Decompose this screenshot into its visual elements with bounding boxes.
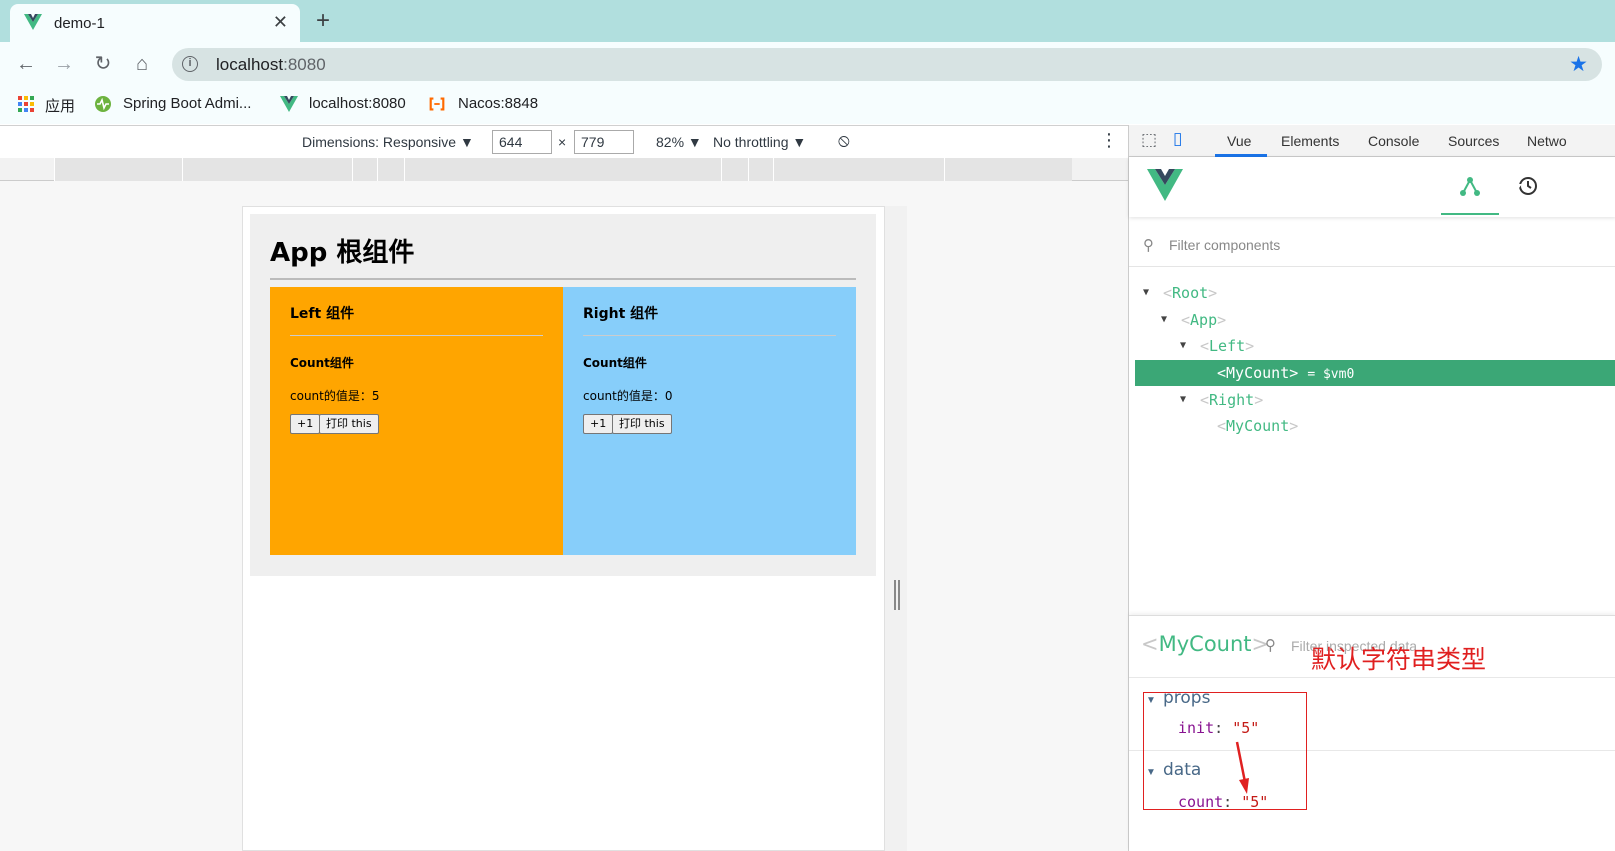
right-heading: Right 组件	[583, 306, 659, 322]
count-value-text: count的值是：5	[290, 389, 380, 403]
site-info-icon[interactable]: i	[182, 56, 198, 72]
browser-tab[interactable]: demo-1 ✕	[10, 4, 300, 42]
tab-elements[interactable]: Elements	[1281, 133, 1339, 149]
bookmarks-bar: 应用 Spring Boot Admi... localhost:8080 Na…	[0, 86, 1615, 124]
filter-components-input[interactable]: Filter components	[1169, 237, 1280, 253]
height-input[interactable]: 779	[574, 130, 634, 154]
tree-node-mycount-selected[interactable]: <MyCount> = $vm0	[1135, 360, 1615, 386]
divider	[270, 278, 856, 280]
bookmark-nacos[interactable]: Nacos:8848	[458, 95, 538, 112]
tree-node-mycount[interactable]: <MyCount>	[1217, 413, 1298, 439]
count-value-text: count的值是：0	[583, 389, 673, 403]
inspect-element-icon[interactable]: ⬚	[1141, 130, 1157, 150]
bookmark-star-icon[interactable]: ★	[1569, 52, 1588, 77]
tree-node-left[interactable]: ▼ <Left>	[1180, 333, 1254, 359]
history-icon[interactable]	[1516, 175, 1538, 197]
bookmark-spring-boot-admin[interactable]: Spring Boot Admi...	[123, 95, 251, 112]
divider	[1129, 677, 1615, 678]
more-options-icon[interactable]: ⋮	[1100, 130, 1118, 151]
tree-node-root[interactable]: ▼ <Root>	[1143, 280, 1217, 306]
annotation-box	[1143, 692, 1307, 810]
divider	[583, 335, 836, 336]
rotate-icon[interactable]: ⦸	[838, 130, 850, 151]
tab-console[interactable]: Console	[1368, 133, 1419, 149]
back-arrow-icon[interactable]: ←	[12, 50, 40, 78]
apps-grid-icon	[18, 96, 34, 112]
times-sign: ×	[558, 134, 567, 150]
reload-icon[interactable]: ↻	[89, 50, 117, 78]
close-tab-icon[interactable]: ✕	[273, 12, 288, 33]
tree-node-app[interactable]: ▼ <App>	[1161, 307, 1226, 333]
devtools-tab-bar: ⬚ ▯ Vue Elements Console Sources Netwo	[1129, 125, 1615, 157]
component-inspector: <MyCount> ⚲ Filter inspected data ▼ prop…	[1129, 615, 1615, 851]
forward-arrow-icon[interactable]: →	[50, 50, 78, 78]
throttling-dropdown[interactable]: No throttling ▼	[713, 134, 806, 150]
dimensions-dropdown[interactable]: Dimensions: Responsive ▼	[302, 134, 474, 150]
search-icon: ⚲	[1143, 237, 1154, 254]
tab-sources[interactable]: Sources	[1448, 133, 1499, 149]
annotation-arrow-icon	[1235, 741, 1249, 794]
device-toggle-icon[interactable]: ▯	[1173, 129, 1182, 149]
bookmark-apps[interactable]: 应用	[45, 95, 75, 116]
url-text: localhost:8080	[216, 55, 326, 74]
tree-node-right[interactable]: ▼ <Right>	[1180, 387, 1263, 413]
viewport-resize-area[interactable]	[885, 206, 907, 851]
vue-bookmark-icon	[280, 96, 298, 112]
home-icon[interactable]: ⌂	[128, 50, 156, 78]
tab-title: demo-1	[54, 15, 105, 32]
width-input[interactable]: 644	[492, 130, 552, 154]
right-component-panel: Right 组件 Count组件 count的值是：0 +1 打印 this	[563, 287, 856, 555]
count-heading: Count组件	[583, 356, 647, 370]
device-toolbar: Dimensions: Responsive ▼ 644 × 779 82% ▼…	[0, 125, 1128, 158]
print-this-button[interactable]: 打印 this	[612, 414, 672, 434]
zoom-dropdown[interactable]: 82% ▼	[656, 134, 702, 150]
spring-boot-admin-icon	[95, 96, 111, 112]
increment-button[interactable]: +1	[583, 414, 614, 434]
bookmark-localhost[interactable]: localhost:8080	[309, 95, 406, 112]
app-root-component: App 根组件 Left 组件 Count组件 count的值是：5 +1 打印…	[250, 214, 876, 576]
vue-devtools-header	[1129, 157, 1615, 217]
nacos-icon	[429, 97, 445, 111]
left-component-panel: Left 组件 Count组件 count的值是：5 +1 打印 this	[270, 287, 563, 555]
search-icon: ⚲	[1265, 637, 1276, 654]
address-bar[interactable]: i localhost:8080 ★	[172, 48, 1602, 81]
components-tab[interactable]	[1441, 157, 1499, 215]
resize-handle[interactable]	[894, 580, 900, 610]
devtools-panel: ⬚ ▯ Vue Elements Console Sources Netwo ⚲…	[1128, 125, 1615, 851]
increment-button[interactable]: +1	[290, 414, 321, 434]
tab-vue[interactable]: Vue	[1227, 133, 1251, 149]
vue-logo-icon	[1147, 169, 1183, 201]
new-tab-button[interactable]: +	[316, 7, 330, 35]
component-filter[interactable]: ⚲ Filter components	[1129, 225, 1615, 267]
vue-favicon-icon	[24, 14, 42, 30]
print-this-button[interactable]: 打印 this	[319, 414, 379, 434]
divider	[290, 335, 543, 336]
left-heading: Left 组件	[290, 306, 355, 322]
browser-toolbar: ← → ↻ ⌂ i localhost:8080 ★	[0, 42, 1615, 86]
annotation-text: 默认字符串类型	[1311, 645, 1487, 674]
page-title: App 根组件	[270, 238, 415, 268]
inspected-component-name: <MyCount>	[1141, 632, 1270, 656]
tab-network[interactable]: Netwo	[1527, 133, 1567, 149]
count-heading: Count组件	[290, 356, 354, 370]
media-query-ruler[interactable]	[0, 158, 1128, 181]
component-tree-icon	[1460, 177, 1480, 196]
tab-strip: demo-1 ✕ +	[0, 0, 1615, 42]
